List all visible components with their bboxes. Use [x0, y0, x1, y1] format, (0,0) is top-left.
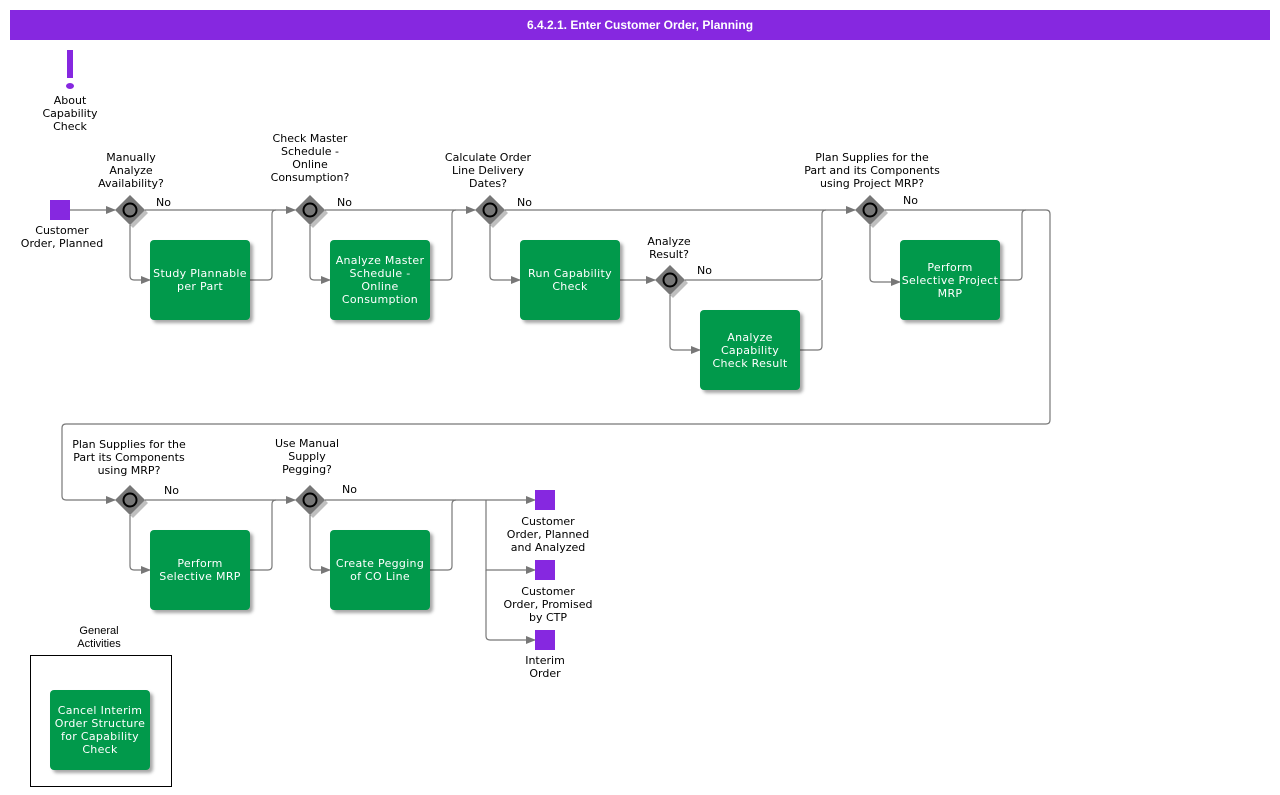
gateway-g4-no-label: No	[697, 264, 712, 277]
end-event-planned-analyzed[interactable]	[535, 490, 555, 510]
exclamation-icon[interactable]	[60, 48, 80, 92]
gateway-diamond-icon	[855, 195, 888, 228]
task-label: Cancel Interim Order Structure for Capab…	[54, 704, 146, 756]
flow-g1-t1	[129, 225, 151, 284]
task-label: Create Pegging of CO Line	[335, 557, 425, 583]
gateway-diamond-icon	[295, 485, 328, 518]
end-event-planned-analyzed-label: Customer Order, Planned and Analyzed	[506, 515, 590, 554]
gateway-g4-question: Analyze Result?	[647, 235, 691, 261]
flow-t7-merge	[430, 499, 457, 571]
gateway-g7-no-label: No	[342, 483, 357, 496]
end-event-promised-ctp[interactable]	[535, 560, 555, 580]
gateway-g2[interactable]	[295, 195, 328, 228]
gateway-diamond-icon	[655, 265, 688, 298]
task-analyze-master-schedule[interactable]: Analyze Master Schedule - Online Consump…	[330, 240, 430, 320]
annotation-label: About Capability Check	[42, 94, 98, 133]
flow-g2-t2	[309, 225, 331, 284]
task-label: Perform Selective MRP	[159, 557, 241, 583]
gateway-g6[interactable]	[115, 485, 148, 518]
connectors	[61, 206, 1051, 644]
end-event-interim-order-label: Interim Order	[525, 654, 565, 680]
flow-t2-merge	[430, 209, 457, 281]
gateway-diamond-icon	[115, 195, 148, 228]
flow-t6-merge	[250, 499, 277, 571]
gateway-diamond-icon	[115, 485, 148, 518]
gateway-g3[interactable]	[475, 195, 508, 228]
task-label: Analyze Capability Check Result	[712, 330, 788, 370]
gateway-g1[interactable]	[115, 195, 148, 228]
gateway-g5-no-label: No	[903, 194, 918, 207]
gateway-g7[interactable]	[295, 485, 328, 518]
flow-t4-merge	[800, 280, 823, 351]
end-event-promised-ctp-label: Customer Order, Promised by CTP	[503, 585, 593, 624]
task-perform-selective-project-mrp[interactable]: Perform Selective Project MRP	[900, 240, 1000, 320]
task-run-capability-check[interactable]: Run Capability Check	[520, 240, 620, 320]
task-perform-selective-mrp[interactable]: Perform Selective MRP	[150, 530, 250, 610]
flow-g3-t3	[489, 225, 521, 284]
gateway-g5-question: Plan Supplies for the Part and its Compo…	[804, 151, 940, 190]
flow-t1-merge	[250, 209, 277, 281]
end-event-interim-order[interactable]	[535, 630, 555, 650]
flow-g4-t4	[669, 295, 701, 354]
gateway-g6-no-label: No	[164, 484, 179, 497]
gateway-g7-question: Use Manual Supply Pegging?	[274, 437, 340, 476]
task-study-plannable-per-part[interactable]: Study Plannable per Part	[150, 240, 250, 320]
task-label: Analyze Master Schedule - Online Consump…	[335, 254, 425, 306]
gateway-g2-question: Check Master Schedule - Online Consumpti…	[270, 132, 350, 184]
flow-g6-t6	[129, 515, 151, 574]
group-label: General Activities	[77, 625, 121, 650]
flow-g7-t7	[309, 515, 331, 574]
gateway-g3-no-label: No	[517, 196, 532, 209]
task-label: Study Plannable per Part	[153, 267, 247, 293]
gateway-g3-question: Calculate Order Line Delivery Dates?	[444, 151, 532, 190]
task-label: Perform Selective Project MRP	[901, 260, 999, 300]
task-cancel-interim-order-structure[interactable]: Cancel Interim Order Structure for Capab…	[50, 690, 150, 770]
gateway-diamond-icon	[475, 195, 508, 228]
start-event-label: Customer Order, Planned	[20, 224, 104, 250]
gateway-g2-no-label: No	[337, 196, 352, 209]
flow-g5-t5	[869, 225, 901, 286]
gateway-g6-question: Plan Supplies for the Part its Component…	[72, 438, 186, 477]
task-analyze-capability-check-result[interactable]: Analyze Capability Check Result	[700, 310, 800, 390]
flow-t5-merge	[1000, 209, 1027, 281]
gateway-g4[interactable]	[655, 265, 688, 298]
gateway-g5[interactable]	[855, 195, 888, 228]
gateway-g1-no-label: No	[156, 196, 171, 209]
task-create-pegging-of-co-line[interactable]: Create Pegging of CO Line	[330, 530, 430, 610]
task-label: Run Capability Check	[528, 267, 612, 293]
gateway-g1-question: Manually Analyze Availability?	[98, 151, 164, 190]
gateway-diamond-icon	[295, 195, 328, 228]
start-event[interactable]	[50, 200, 70, 220]
